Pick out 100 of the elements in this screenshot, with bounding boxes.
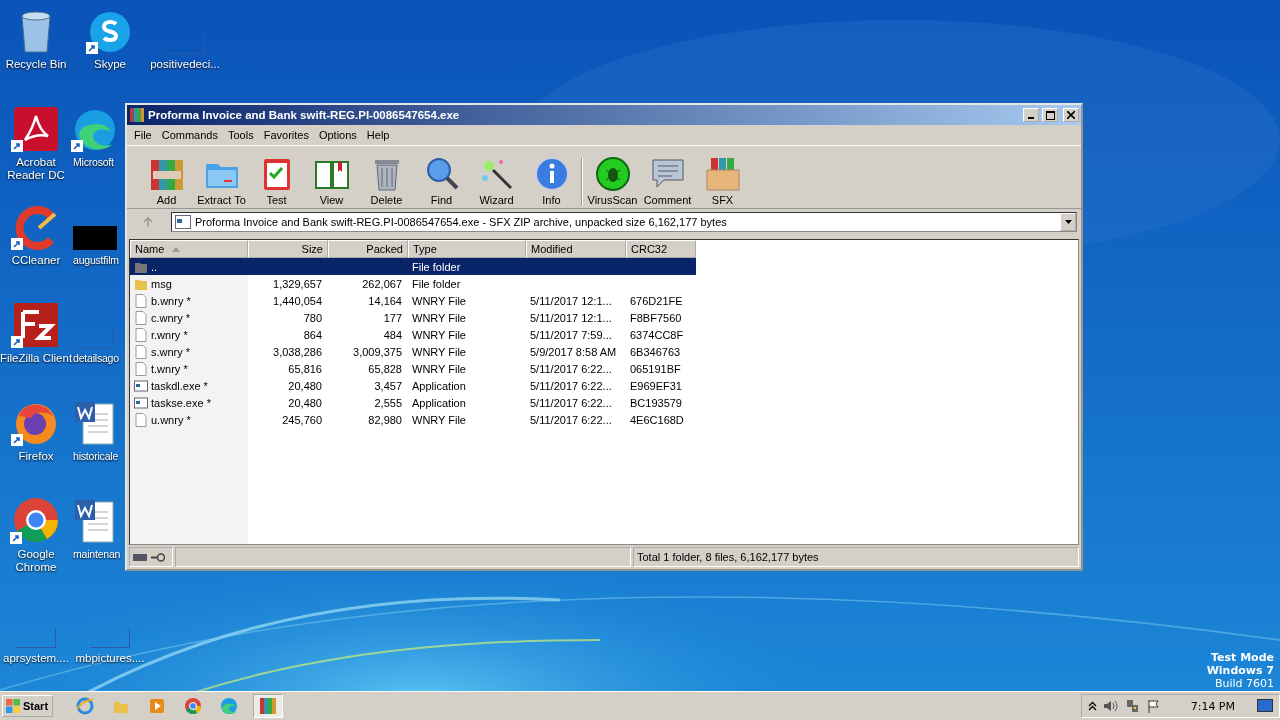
desktop-icon-label[interactable]: detailsago <box>73 352 119 365</box>
toolbar-button[interactable]: Info <box>524 156 579 206</box>
table-cell-text: 5/11/2017 6:22... <box>529 395 613 411</box>
table-cell-text: F8BF7560 <box>629 310 683 326</box>
menu-item[interactable]: Help <box>361 129 395 141</box>
table-cell-text: 65,828 <box>367 361 403 377</box>
toolbar-button[interactable]: Delete <box>359 156 414 206</box>
table-cell-text: WNRY File <box>411 361 467 377</box>
toolbar-button[interactable]: Add <box>139 156 194 206</box>
table-cell-text: 6B346763 <box>629 344 682 360</box>
table-cell-text: WNRY File <box>411 293 467 309</box>
toolbar-button[interactable]: VirusScan <box>585 156 640 206</box>
window-title: Proforma Invoice and Bank swift-REG.PI-0086547654.exe <box>148 109 461 121</box>
table-cell-text: Application <box>411 378 467 394</box>
table-cell-text: 5/11/2017 7:59... <box>529 327 613 343</box>
file-row[interactable]: c.wnry * 780 177 WNRY File 5/11/2017 12:1... F8BF7560 <box>130 309 696 326</box>
file-name: b.wnry * <box>151 294 191 307</box>
table-cell-text: 65,816 <box>287 361 323 377</box>
desktop-icon-label[interactable]: mbpictures.... <box>75 652 145 665</box>
file-name: t.wnry * <box>151 362 188 375</box>
table-cell-text: 5/11/2017 12:1... <box>529 310 613 326</box>
table-cell-text: WNRY File <box>411 412 467 428</box>
file-row[interactable]: t.wnry * 65,816 65,828 WNRY File 5/11/2017 6:22... 065191BF <box>130 360 696 377</box>
desktop-icon-label[interactable]: Firefox <box>18 450 54 463</box>
file-row[interactable]: taskdl.exe * 20,480 3,457 Application 5/11/2017 6:22... E969EF31 <box>130 377 696 394</box>
table-cell-text: E969EF31 <box>629 378 683 394</box>
column-header[interactable]: Type <box>408 240 526 258</box>
toolbar-button[interactable]: Comment <box>640 156 695 206</box>
test-mode-notice: Test Mode <box>1211 651 1274 664</box>
file-name: taskse.exe * <box>151 396 211 409</box>
table-cell-text: 5/11/2017 6:22... <box>529 412 613 428</box>
table-cell-text: File folder <box>411 276 462 292</box>
toolbar-button[interactable]: Test <box>249 156 304 206</box>
file-name: s.wnry * <box>151 345 191 358</box>
menu-item[interactable]: File <box>129 129 157 141</box>
menu-item[interactable]: Commands <box>156 129 223 141</box>
table-cell-text: 6374CC8F <box>629 327 685 343</box>
table-cell-text: 20,480 <box>287 395 323 411</box>
table-cell-text: 3,457 <box>373 378 403 394</box>
table-cell-text: BC193579 <box>629 395 683 411</box>
table-cell-text: 1,329,657 <box>272 276 323 292</box>
file-row[interactable]: .. File folder <box>130 258 696 275</box>
address-field[interactable]: Proforma Invoice and Bank swift-REG.PI-0086547654.exe - SFX ZIP archive, unpacked size 6,162,177 bytes <box>171 212 1077 232</box>
file-row[interactable]: s.wnry * 3,038,286 3,009,375 WNRY File 5/9/2017 8:58 AM 6B346763 <box>130 343 696 360</box>
table-cell-text: 5/11/2017 6:22... <box>529 361 613 377</box>
file-name: .. <box>151 260 158 273</box>
table-cell-text: 3,009,375 <box>352 344 403 360</box>
table-cell-text: 864 <box>302 327 323 343</box>
file-row[interactable]: b.wnry * 1,440,054 14,164 WNRY File 5/11/2017 12:1... 676D21FE <box>130 292 696 309</box>
table-cell-text: 5/11/2017 6:22... <box>529 378 613 394</box>
test-mode-notice: Windows 7 <box>1206 664 1274 677</box>
start-button[interactable]: Start <box>2 695 54 717</box>
desktop-icon-label[interactable]: CCleaner <box>11 254 61 267</box>
desktop-icon-label[interactable]: maintenan <box>73 548 121 561</box>
column-header[interactable]: Name <box>130 240 248 258</box>
desktop-icon-label[interactable]: positivedeci... <box>150 58 220 71</box>
desktop-icon-label[interactable]: Skype <box>94 58 126 71</box>
table-cell-text: 14,164 <box>367 293 403 309</box>
table-cell-text: WNRY File <box>411 310 467 326</box>
toolbar-button[interactable]: SFX <box>695 156 750 206</box>
desktop-icon-label[interactable]: Recycle Bin <box>5 58 67 71</box>
file-row[interactable]: r.wnry * 864 484 WNRY File 5/11/2017 7:59... 6374CC8F <box>130 326 696 343</box>
table-cell-text: 1,440,054 <box>272 293 323 309</box>
file-name: u.wnry * <box>151 413 191 426</box>
file-name: r.wnry * <box>151 328 188 341</box>
desktop-icon-label[interactable]: augustfilm <box>73 254 119 267</box>
column-header[interactable]: Modified <box>526 240 626 258</box>
file-name: taskdl.exe * <box>151 379 208 392</box>
table-cell-text: 780 <box>302 310 323 326</box>
table-cell-text: 262,067 <box>361 276 403 292</box>
desktop-icon-label[interactable]: FileZilla Client <box>0 352 73 365</box>
table-cell-text: 177 <box>382 310 403 326</box>
desktop-icon-label[interactable]: Microsoft <box>73 156 114 169</box>
address-text: Proforma Invoice and Bank swift-REG.PI-0086547654.exe - SFX ZIP archive, unpacked size 6,162,177 bytes <box>195 216 727 228</box>
toolbar-button[interactable]: Find <box>414 156 469 206</box>
table-cell-text: WNRY File <box>411 344 467 360</box>
table-cell-text: 4E6C168D <box>629 412 685 428</box>
column-header[interactable]: CRC32 <box>626 240 696 258</box>
toolbar-button[interactable]: Wizard <box>469 156 524 206</box>
table-cell-text: 245,760 <box>281 412 323 428</box>
desktop-icon-label[interactable]: aprsystem.... <box>3 652 69 665</box>
file-row[interactable]: u.wnry * 245,760 82,980 WNRY File 5/11/2017 6:22... 4E6C168D <box>130 411 696 428</box>
table-cell-text: File folder <box>411 259 462 275</box>
toolbar-button[interactable]: Extract To <box>194 156 249 206</box>
menu-item[interactable]: Options <box>313 129 362 141</box>
desktop-icon-label[interactable]: historicale <box>73 450 119 463</box>
table-cell-text: 20,480 <box>287 378 323 394</box>
table-cell-text: 3,038,286 <box>272 344 323 360</box>
column-header[interactable]: Packed <box>328 240 408 258</box>
file-row[interactable]: taskse.exe * 20,480 2,555 Application 5/11/2017 6:22... BC193579 <box>130 394 696 411</box>
table-cell-text: 484 <box>382 327 403 343</box>
table-cell-text: 5/11/2017 12:1... <box>529 293 613 309</box>
column-header[interactable]: Size <box>248 240 328 258</box>
toolbar-button[interactable]: View <box>304 156 359 206</box>
clock[interactable]: 7:14 PM <box>1190 699 1235 713</box>
file-name: c.wnry * <box>151 311 191 324</box>
test-mode-notice: Build 7601 <box>1214 677 1274 690</box>
menu-item[interactable]: Favorites <box>258 129 314 141</box>
file-row[interactable]: msg 1,329,657 262,067 File folder <box>130 275 696 292</box>
menu-item[interactable]: Tools <box>223 129 259 141</box>
